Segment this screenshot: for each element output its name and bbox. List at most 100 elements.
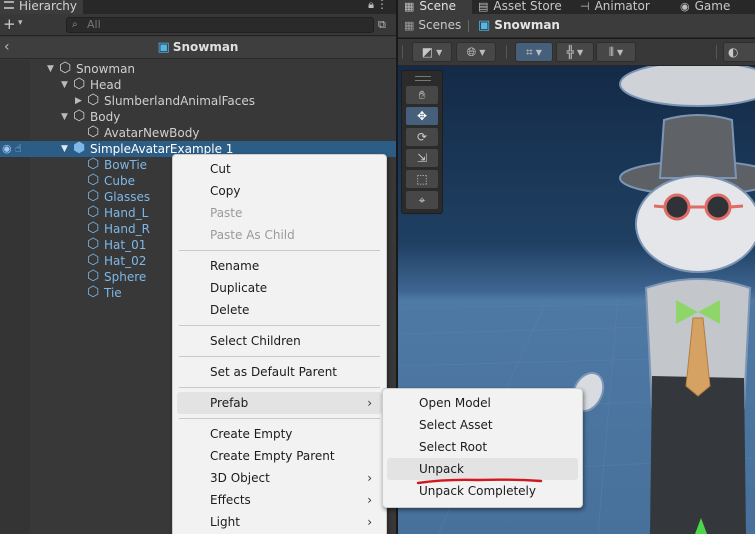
gameobject-cube-icon: ⬡	[87, 172, 100, 188]
tree-item-snowman[interactable]: ▼ ⬡ Snowman	[0, 60, 396, 77]
move-tool-icon[interactable]: ✥	[406, 107, 438, 125]
menu-item-duplicate[interactable]: Duplicate	[177, 277, 382, 299]
chevron-right-icon: ›	[367, 396, 372, 410]
search-icon: ⌕	[72, 19, 78, 30]
menu-item-prefab[interactable]: Prefab ›	[177, 392, 382, 414]
hierarchy-list-icon	[4, 1, 14, 9]
transform-tool-icon[interactable]: ⌖	[406, 191, 438, 209]
collapsed-arrow-icon[interactable]: ▶	[75, 93, 82, 109]
tab-game[interactable]: ◉ Game	[674, 0, 736, 14]
menu-item-cut[interactable]: Cut	[177, 158, 382, 180]
animator-icon: ⊣	[580, 0, 590, 13]
game-controller-icon: ◉	[680, 0, 690, 13]
expand-arrow-icon[interactable]: ▼	[61, 141, 68, 157]
chevron-down-icon: ▼	[479, 48, 486, 57]
tab-label: Scene	[419, 0, 456, 13]
gameobject-cube-icon: ⬡	[87, 236, 100, 252]
menu-item-open-model[interactable]: Open Model	[387, 392, 578, 414]
tree-item-body[interactable]: ▼ ⬡ Body	[0, 108, 396, 125]
tab-animator[interactable]: ⊣ Animator	[574, 0, 656, 14]
menu-separator	[179, 356, 380, 357]
expand-arrow-icon[interactable]: ▼	[47, 61, 54, 77]
menu-item-delete[interactable]: Delete	[177, 299, 382, 321]
draw-mode-dropdown[interactable]: ◩ ▼	[412, 42, 452, 62]
tree-item-label: Hand_L	[104, 206, 149, 220]
toolbar-handle	[402, 45, 403, 59]
breadcrumb-scenes[interactable]: ▦ Scenes	[404, 18, 461, 32]
prefab-title: ▣ Snowman	[0, 40, 396, 55]
menu-item-rename[interactable]: Rename	[177, 255, 382, 277]
menu-separator	[179, 418, 380, 419]
scene-tab-bar: ▦ Scene ▤ Asset Store ⊣ Animator ◉ Game	[398, 0, 755, 14]
tree-item-avatarnewbody[interactable]: ⬡ AvatarNewBody	[0, 124, 396, 141]
gameobject-cube-icon: ⬡	[87, 284, 100, 300]
breadcrumb-current-label: Snowman	[494, 18, 560, 32]
menu-separator	[179, 387, 380, 388]
pickable-hand-icon[interactable]: ☝︎	[15, 141, 22, 157]
rect-tool-icon[interactable]: ⬚	[406, 170, 438, 188]
menu-item-effects[interactable]: Effects ›	[177, 489, 382, 511]
tab-label: Animator	[594, 0, 650, 13]
gameobject-cube-icon: ⬡	[87, 220, 100, 236]
search-input[interactable]: ⌕ All	[66, 17, 374, 33]
tree-item-slumberlandanimalfaces[interactable]: ▶ ⬡ SlumberlandAnimalFaces	[0, 92, 396, 109]
menu-item-create-empty[interactable]: Create Empty	[177, 423, 382, 445]
tree-item-label: Head	[90, 78, 122, 92]
grid-icon: ╬	[566, 45, 575, 59]
menu-item-select-root[interactable]: Select Root	[387, 436, 578, 458]
menu-item-create-empty-parent[interactable]: Create Empty Parent	[177, 445, 382, 467]
menu-separator	[179, 250, 380, 251]
hand-tool-icon[interactable]: ✋︎	[406, 86, 438, 104]
expand-arrow-icon[interactable]: ▼	[61, 77, 68, 93]
tab-scene[interactable]: ▦ Scene	[398, 0, 472, 14]
gameobject-cube-icon: ⬡	[87, 156, 100, 172]
breadcrumb: ▦ Scenes ▣ Snowman	[398, 14, 755, 38]
sphere-shading-icon: ◐	[728, 45, 739, 59]
menu-item-select-asset[interactable]: Select Asset	[387, 414, 578, 436]
visibility-eye-icon[interactable]: ◉	[2, 141, 12, 157]
menu-item-3d-object[interactable]: 3D Object ›	[177, 467, 382, 489]
lock-icon[interactable]: 🔒︎	[368, 0, 374, 12]
grid-visibility-dropdown[interactable]: ╬ ▼	[556, 42, 594, 62]
gameobject-cube-icon: ⬡	[87, 124, 100, 140]
increment-snap-dropdown[interactable]: ⫴ ▼	[596, 42, 636, 62]
grid-snapping-dropdown[interactable]: ⌗ ▼	[515, 42, 553, 62]
expand-arrow-icon[interactable]: ▼	[61, 109, 68, 125]
tree-item-label: AvatarNewBody	[104, 126, 200, 140]
breadcrumb-root-label: Scenes	[418, 18, 462, 32]
chevron-right-icon: ›	[367, 515, 372, 529]
gameobject-cube-icon: ⬡	[87, 204, 100, 220]
orientation-dropdown[interactable]: 🌐︎ ▼	[456, 42, 496, 62]
menu-item-label: Prefab	[210, 396, 249, 410]
menu-item-light[interactable]: Light ›	[177, 511, 382, 533]
toolbar-separator	[506, 45, 507, 59]
tools-overlay: ✋︎ ✥ ⟳ ⇲ ⬚ ⌖	[401, 70, 443, 214]
chevron-down-icon[interactable]: ▾	[18, 18, 23, 28]
tree-item-label: Snowman	[76, 62, 136, 76]
add-icon[interactable]: +	[3, 16, 16, 33]
tab-asset-store[interactable]: ▤ Asset Store	[472, 0, 568, 14]
breadcrumb-snowman[interactable]: ▣ Snowman	[478, 18, 560, 33]
red-underline-annotation	[416, 478, 543, 485]
context-menu: Cut Copy Paste Paste As Child Rename Dup…	[172, 154, 387, 534]
gameobject-cube-icon: ⬡	[73, 108, 86, 124]
shading-mode-button[interactable]: ◐	[723, 42, 755, 62]
hierarchy-tab[interactable]: Hierarchy	[0, 0, 84, 14]
menu-item-label: 3D Object	[210, 471, 270, 485]
rotate-tool-icon[interactable]: ⟳	[406, 128, 438, 146]
more-options-icon[interactable]: ⋮	[376, 0, 388, 11]
breadcrumb-separator	[468, 20, 469, 32]
tree-item-head[interactable]: ▼ ⬡ Head	[0, 76, 396, 93]
scale-tool-icon[interactable]: ⇲	[406, 149, 438, 167]
asset-store-icon: ▤	[478, 0, 489, 13]
menu-item-copy[interactable]: Copy	[177, 180, 382, 202]
menu-item-paste: Paste	[210, 206, 243, 220]
overlay-grip-icon[interactable]	[415, 76, 431, 81]
search-options-icon[interactable]: ⧉	[378, 18, 386, 32]
chevron-right-icon: ›	[367, 493, 372, 507]
menu-item-set-default-parent[interactable]: Set as Default Parent	[177, 361, 382, 383]
tree-item-label: Tie	[104, 286, 122, 300]
gameobject-cube-icon: ⬡	[87, 268, 100, 284]
menu-item-select-children[interactable]: Select Children	[177, 330, 382, 352]
menu-item-label: Effects	[210, 493, 251, 507]
